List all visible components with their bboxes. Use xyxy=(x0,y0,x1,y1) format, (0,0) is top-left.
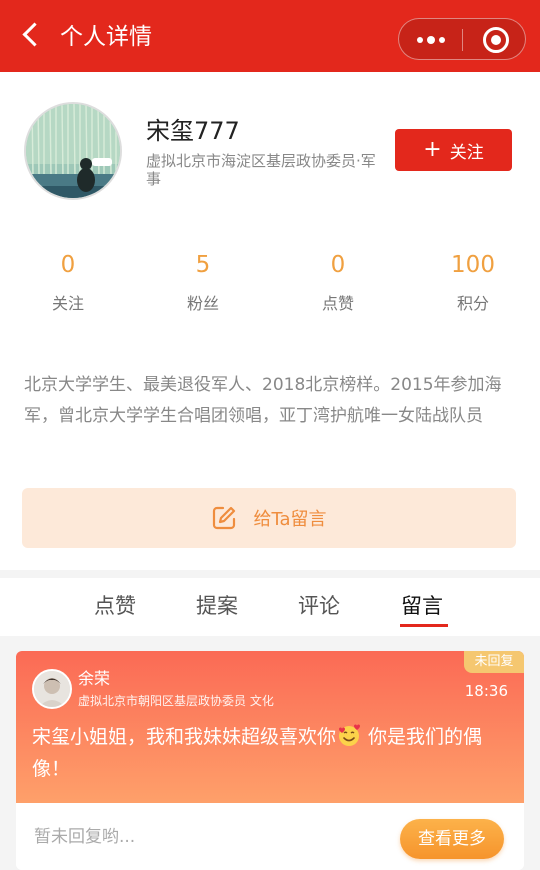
sender-avatar-image xyxy=(34,671,70,707)
page-title: 个人详情 xyxy=(60,24,152,50)
no-reply-text: 暂未回复哟... xyxy=(34,827,136,847)
active-tab-indicator xyxy=(400,624,448,627)
message-card-footer: 暂未回复哟... 查看更多 xyxy=(16,803,524,870)
leave-message-label: 给Ta留言 xyxy=(253,509,327,530)
view-more-button[interactable]: 查看更多 xyxy=(400,819,504,859)
smiling-face-with-hearts-icon xyxy=(339,724,361,746)
stat-fans[interactable]: 5 粉丝 xyxy=(153,250,253,314)
tab-likes[interactable]: 点赞 xyxy=(94,592,136,620)
stat-label: 点赞 xyxy=(321,294,354,313)
plus-icon: + xyxy=(423,137,442,162)
message-text-part: 宋玺小姐姐，我和我妹妹超级喜欢你 xyxy=(32,726,337,748)
sender-role: 虚拟北京市朝阳区基层政协委员 文化 xyxy=(78,694,274,708)
avatar-image xyxy=(26,104,120,198)
tab-bar: 点赞 提案 评论 留言 xyxy=(0,578,540,636)
stat-following[interactable]: 0 关注 xyxy=(18,250,118,314)
capsule-divider xyxy=(462,29,463,51)
stat-value: 100 xyxy=(451,252,495,278)
status-badge: 未回复 xyxy=(464,651,524,673)
message-time: 18:36 xyxy=(464,682,508,700)
user-role: 虚拟北京市海淀区基层政协委员·军事 xyxy=(146,152,376,188)
profile-card: 宋玺777 虚拟北京市海淀区基层政协委员·军事 + 关注 0 关注 5 粉丝 0… xyxy=(0,72,540,570)
avatar[interactable] xyxy=(24,102,122,200)
user-name: 宋玺777 xyxy=(146,117,240,145)
tab-comments[interactable]: 评论 xyxy=(298,592,340,620)
tab-messages[interactable]: 留言 xyxy=(401,592,443,620)
sender-name: 余荣 xyxy=(78,669,111,688)
stat-label: 粉丝 xyxy=(186,294,219,313)
message-content: 宋玺小姐姐，我和我妹妹超级喜欢你 你是我们的偶像！ xyxy=(32,721,512,785)
stat-points[interactable]: 100 积分 xyxy=(423,250,523,314)
message-card[interactable]: 未回复 余荣 虚拟北京市朝阳区基层政协委员 文化 18:36 宋玺小姐姐，我和我… xyxy=(16,651,524,870)
stat-value: 0 xyxy=(60,252,76,278)
user-bio: 北京大学学生、最美退役军人、2018北京榜样。2015年参加海军，曾北京大学学生… xyxy=(24,375,502,426)
leave-message-button[interactable]: 给Ta留言 xyxy=(22,488,516,548)
stat-label: 积分 xyxy=(456,294,489,313)
tab-proposals[interactable]: 提案 xyxy=(196,592,238,620)
stat-value: 5 xyxy=(195,252,211,278)
more-icon[interactable] xyxy=(413,27,449,53)
edit-icon xyxy=(213,506,236,530)
mini-program-capsule xyxy=(398,18,526,60)
nav-header: 个人详情 xyxy=(0,0,540,72)
message-card-header: 未回复 余荣 虚拟北京市朝阳区基层政协委员 文化 18:36 宋玺小姐姐，我和我… xyxy=(16,651,524,803)
sender-avatar[interactable] xyxy=(32,669,72,709)
follow-button[interactable]: + 关注 xyxy=(395,129,512,171)
stat-likes[interactable]: 0 点赞 xyxy=(288,250,388,314)
stat-label: 关注 xyxy=(51,294,84,313)
close-target-icon[interactable] xyxy=(483,27,509,53)
stats-row: 0 关注 5 粉丝 0 点赞 100 积分 xyxy=(0,250,540,320)
follow-button-label: 关注 xyxy=(449,142,484,163)
stat-value: 0 xyxy=(330,252,346,278)
back-icon[interactable] xyxy=(18,20,48,50)
